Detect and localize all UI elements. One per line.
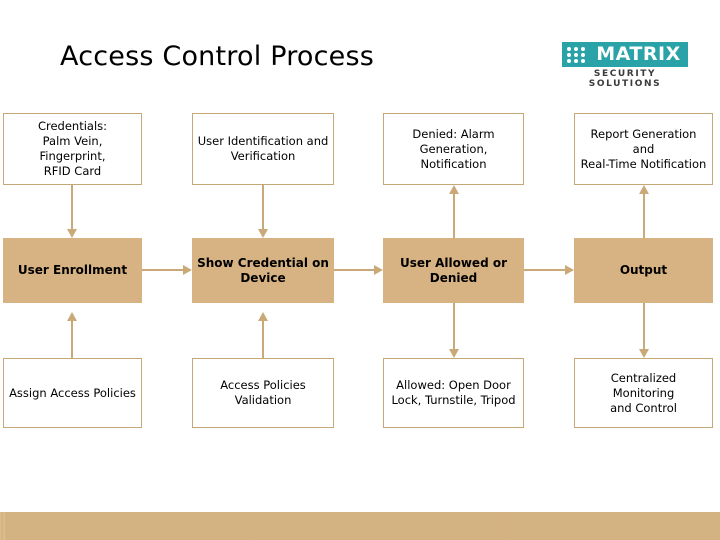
node-centralized-monitoring-label: Centralized Monitoring and Control xyxy=(610,370,677,415)
connector-enrollment-to-show-credential xyxy=(142,269,183,271)
arrowhead-enrollment-to-show-credential xyxy=(183,265,192,275)
node-user-enrollment[interactable]: User Enrollment xyxy=(3,238,142,303)
logo-wordmark: MATRIX xyxy=(596,43,681,65)
node-access-policies-validation[interactable]: Access Policies Validation xyxy=(192,358,334,428)
node-show-credential[interactable]: Show Credential on Device xyxy=(192,238,334,303)
connector-output-to-report-generation xyxy=(643,194,645,238)
arrowhead-policies-validation-to-show-credential xyxy=(258,312,268,321)
connector-allowed-denied-to-open-door xyxy=(453,303,455,349)
connector-credentials-to-enrollment xyxy=(71,185,73,229)
arrowhead-show-credential-to-allowed-denied xyxy=(374,265,383,275)
node-assign-access-policies[interactable]: Assign Access Policies xyxy=(3,358,142,428)
logo-dots-icon xyxy=(562,42,592,67)
node-credentials-label: Credentials: Palm Vein, Fingerprint, RFID … xyxy=(37,119,108,178)
arrowhead-allowed-denied-to-output xyxy=(565,265,574,275)
node-allowed-open-door[interactable]: Allowed: Open Door Lock, Turnstile, Tripo… xyxy=(383,358,524,428)
node-user-identification-label: User Identification and Verification xyxy=(197,134,329,163)
page-title: Access Control Process xyxy=(60,41,375,72)
node-credentials[interactable]: Credentials: Palm Vein, Fingerprint, RFID … xyxy=(3,113,142,185)
node-user-enrollment-label: User Enrollment xyxy=(17,263,128,277)
node-assign-access-policies-label: Assign Access Policies xyxy=(9,385,136,400)
node-show-credential-label: Show Credential on Device xyxy=(197,255,329,285)
connector-show-credential-to-allowed-denied xyxy=(334,269,374,271)
node-user-identification[interactable]: User Identification and Verification xyxy=(192,113,334,185)
connector-allowed-denied-to-output xyxy=(524,269,565,271)
node-access-policies-validation-label: Access Policies Validation xyxy=(220,378,306,407)
connector-policies-validation-to-show-credential xyxy=(262,321,264,358)
connector-allowed-denied-to-denied-alarm xyxy=(453,194,455,238)
footer-band xyxy=(0,512,720,540)
node-allowed-open-door-label: Allowed: Open Door Lock, Turnstile, Tripo… xyxy=(391,378,516,407)
node-output[interactable]: Output xyxy=(574,238,713,303)
arrowhead-allowed-denied-to-open-door xyxy=(449,349,459,358)
node-denied-alarm-label: Denied: Alarm Generation, Notification xyxy=(412,126,495,171)
arrowhead-output-to-report-generation xyxy=(639,185,649,194)
node-user-allowed-denied-label: User Allowed or Denied xyxy=(399,255,508,285)
node-centralized-monitoring[interactable]: Centralized Monitoring and Control xyxy=(574,358,713,428)
arrowhead-output-to-centralized-monitoring xyxy=(639,349,649,358)
node-user-allowed-denied[interactable]: User Allowed or Denied xyxy=(383,238,524,303)
arrowhead-assign-policies-to-enrollment xyxy=(67,312,77,321)
connector-output-to-centralized-monitoring xyxy=(643,303,645,349)
logo-tagline: SECURITY SOLUTIONS xyxy=(588,69,662,89)
slide-canvas: Access Control Process MATRIX SECURITY S… xyxy=(0,0,720,540)
node-report-generation[interactable]: Report Generation and Real-Time Notificat… xyxy=(574,113,713,185)
connector-identification-to-show-credential xyxy=(262,185,264,229)
logo-mark: MATRIX xyxy=(562,42,688,67)
connector-assign-policies-to-enrollment xyxy=(71,321,73,358)
node-denied-alarm[interactable]: Denied: Alarm Generation, Notification xyxy=(383,113,524,185)
arrowhead-credentials-to-enrollment xyxy=(67,229,77,238)
arrowhead-allowed-denied-to-denied-alarm xyxy=(449,185,459,194)
node-output-label: Output xyxy=(619,263,668,277)
arrowhead-identification-to-show-credential xyxy=(258,229,268,238)
matrix-logo: MATRIX SECURITY SOLUTIONS xyxy=(562,42,688,89)
node-report-generation-label: Report Generation and Real-Time Notificat… xyxy=(580,126,707,171)
